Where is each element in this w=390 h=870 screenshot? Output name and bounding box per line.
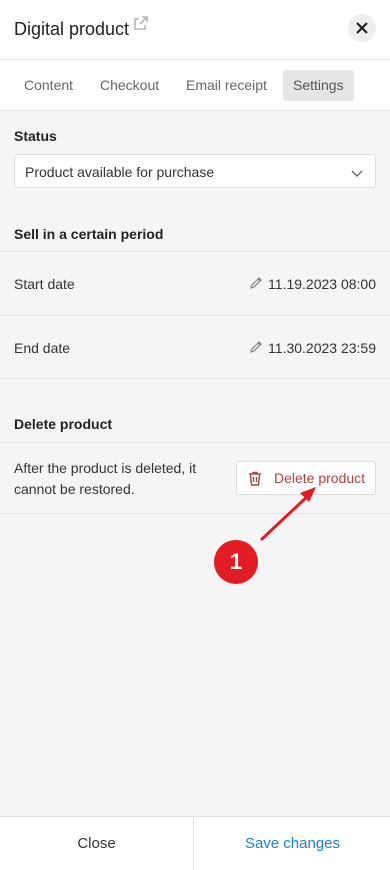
tab-settings[interactable]: Settings [283, 70, 354, 101]
external-link-icon[interactable] [133, 15, 149, 31]
tab-checkout[interactable]: Checkout [90, 70, 169, 101]
status-select[interactable]: Product available for purchase [14, 154, 376, 188]
pencil-icon[interactable] [249, 276, 263, 290]
delete-section-title: Delete product [14, 416, 113, 432]
delete-product-row: After the product is deleted, it cannot … [0, 442, 390, 514]
save-changes-button[interactable]: Save changes [195, 817, 390, 870]
start-date-value: 11.19.2023 08:00 [268, 276, 376, 292]
tab-email-receipt[interactable]: Email receipt [176, 70, 277, 101]
period-section-title: Sell in a certain period [14, 226, 164, 242]
end-date-value: 11.30.2023 23:59 [268, 340, 376, 356]
start-date-row[interactable]: Start date 11.19.2023 08:00 [0, 251, 390, 315]
status-section-title: Status [14, 128, 57, 144]
end-date-row[interactable]: End date 11.30.2023 23:59 [0, 315, 390, 379]
panel-header: Digital product [0, 0, 390, 60]
annotation-arrow [260, 487, 316, 541]
delete-description: After the product is deleted, it cannot … [14, 460, 197, 497]
status-select-value: Product available for purchase [25, 164, 215, 180]
tab-content[interactable]: Content [14, 70, 83, 101]
panel-footer: Close Save changes [0, 816, 390, 870]
annotation-badge: 1 [214, 540, 258, 584]
close-panel-button[interactable] [348, 14, 376, 42]
page-title: Digital product [14, 19, 130, 39]
trash-icon [248, 471, 262, 486]
end-date-label: End date [14, 340, 71, 356]
close-button[interactable]: Close [0, 817, 194, 870]
start-date-label: Start date [14, 276, 75, 292]
delete-product-button[interactable]: Delete product [236, 461, 376, 495]
chevron-down-icon [351, 166, 363, 178]
close-icon [356, 22, 368, 34]
delete-product-label: Delete product [274, 470, 366, 486]
tab-bar: Content Checkout Email receipt Settings [0, 60, 390, 111]
pencil-icon[interactable] [249, 340, 263, 354]
